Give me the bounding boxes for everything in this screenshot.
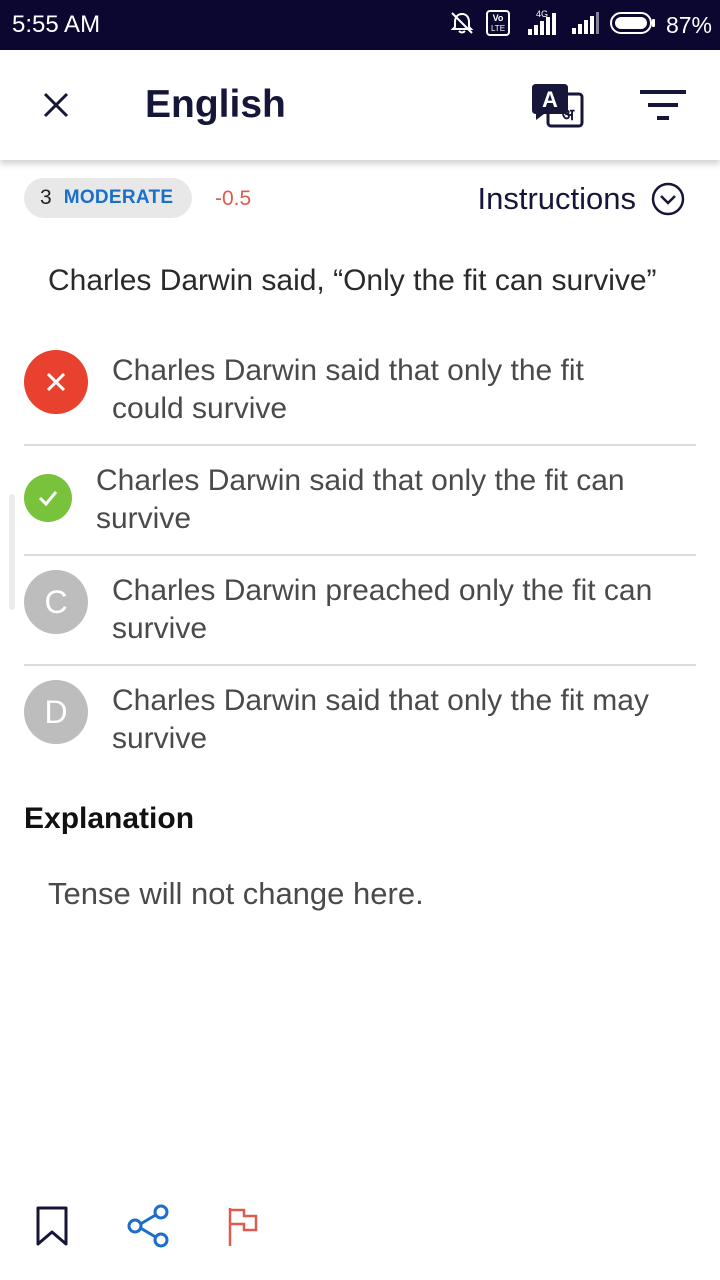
correct-answer-marker: [24, 474, 72, 522]
report-button[interactable]: [216, 1198, 272, 1254]
instructions-label: Instructions: [477, 181, 636, 216]
battery-icon: [609, 11, 656, 40]
option-text: Charles Darwin preached only the fit can…: [112, 572, 692, 648]
status-bar: 5:55 AM Vo LTE 4G 87%: [0, 0, 720, 50]
share-button[interactable]: [120, 1198, 176, 1254]
volte-icon: Vo LTE: [485, 9, 510, 41]
battery-percent: 87%: [665, 11, 712, 38]
option-marker-d: D: [24, 680, 88, 744]
share-icon: [127, 1204, 169, 1248]
question-meta: 3 MODERATE -0.5 Instructions: [24, 178, 696, 220]
status-time: 5:55 AM: [12, 11, 101, 38]
option-text: Charles Darwin said that only the fit ca…: [96, 462, 696, 538]
option-text-line: survive: [112, 722, 208, 755]
option-c[interactable]: C Charles Darwin preached only the fit c…: [24, 556, 696, 666]
difficulty-badge: 3 MODERATE: [24, 178, 192, 218]
wrong-icon: [46, 372, 66, 392]
close-icon: [43, 92, 69, 118]
alarm-off-icon: [448, 9, 476, 42]
filter-icon: [640, 90, 686, 120]
option-text-line: could survive: [112, 392, 288, 425]
bookmark-icon: [36, 1206, 68, 1246]
svg-text:Vo: Vo: [493, 13, 504, 23]
option-text: Charles Darwin said that only the fit co…: [112, 352, 692, 428]
filter-button[interactable]: [636, 84, 692, 128]
option-text-line: Charles Darwin said that only the fit: [112, 354, 584, 387]
svg-text:LTE: LTE: [491, 24, 505, 33]
option-marker-c: C: [24, 570, 88, 634]
question-text: Charles Darwin said, “Only the fit can s…: [48, 264, 657, 297]
option-b[interactable]: Charles Darwin said that only the fit ca…: [24, 446, 696, 556]
difficulty-label: MODERATE: [63, 187, 174, 208]
close-button[interactable]: [30, 79, 82, 131]
instructions-button[interactable]: Instructions: [477, 178, 686, 220]
option-d[interactable]: D Charles Darwin said that only the fit …: [24, 666, 696, 776]
translate-icon: A अ: [532, 84, 584, 128]
explanation-text: Tense will not change here.: [48, 876, 424, 911]
signal-4g-icon: 4G: [520, 9, 560, 42]
app-header: English A अ: [0, 50, 720, 160]
scroll-indicator[interactable]: [9, 494, 15, 610]
option-text: Charles Darwin said that only the fit ma…: [112, 682, 692, 758]
flag-icon: [228, 1208, 258, 1246]
option-text-line: Charles Darwin said that only the fit ma…: [112, 684, 649, 717]
option-text-line: survive: [96, 502, 192, 535]
explanation-heading: Explanation: [24, 802, 195, 835]
option-text-line: survive: [112, 612, 208, 645]
chevron-down-icon: [651, 182, 685, 216]
wrong-answer-marker: [24, 350, 88, 414]
option-text-line: Charles Darwin preached only the fit can: [112, 574, 653, 607]
status-icons: Vo LTE 4G 87%: [448, 9, 712, 41]
check-icon: [38, 491, 58, 507]
signal-icon: [570, 10, 600, 41]
difficulty-level: 3: [40, 186, 52, 209]
translate-button[interactable]: A अ: [530, 80, 590, 132]
bottom-action-bar: [0, 1198, 720, 1258]
option-a[interactable]: Charles Darwin said that only the fit co…: [24, 336, 696, 446]
negative-marks: -0.5: [215, 187, 252, 210]
svg-text:अ: अ: [562, 105, 575, 124]
bookmark-button[interactable]: [24, 1198, 80, 1254]
svg-text:A: A: [542, 87, 558, 112]
option-text-line: Charles Darwin said that only the fit ca…: [96, 464, 625, 497]
page-title: English: [145, 83, 286, 126]
